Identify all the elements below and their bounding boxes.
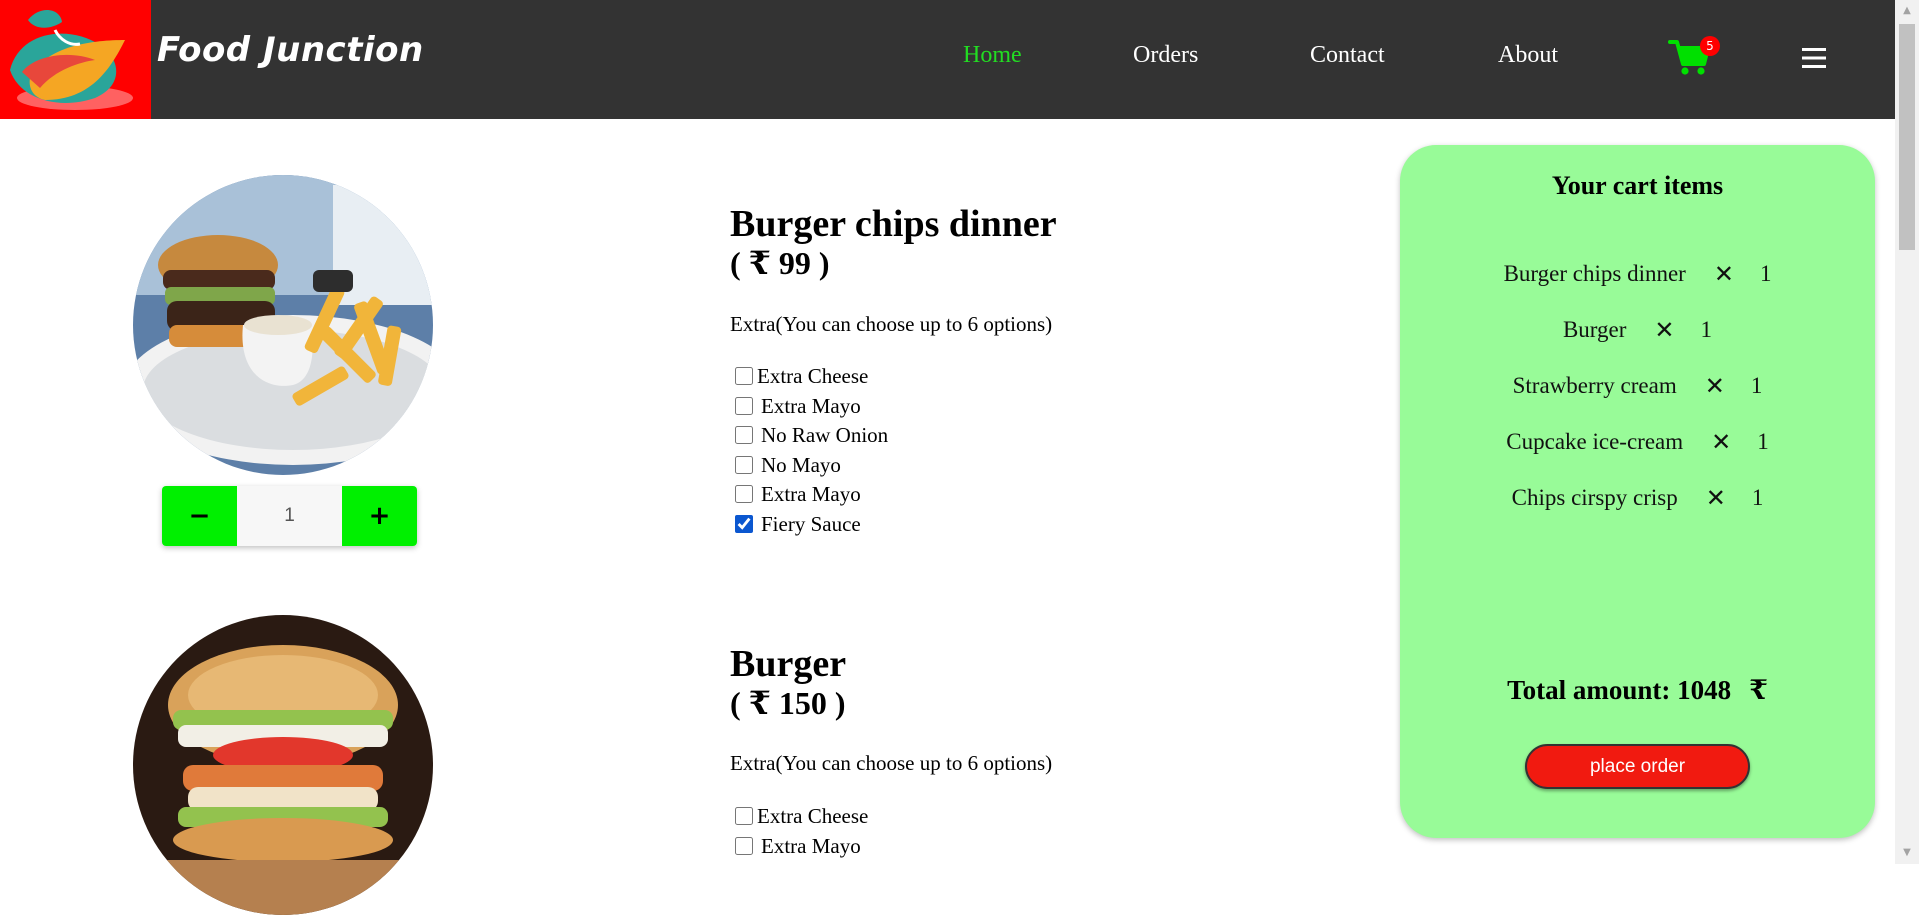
cart-count-badge: 5 <box>1700 36 1720 56</box>
cart-item: Chips cirspy crisp ✕ 1 <box>1400 481 1875 515</box>
option-label: Extra Mayo <box>761 481 861 506</box>
scroll-up-arrow-icon[interactable]: ▲ <box>1895 0 1919 22</box>
cart-item: Burger chips dinner ✕ 1 <box>1400 257 1875 291</box>
currency-symbol: ₹ <box>1749 675 1768 705</box>
product-image-burger-chips-dinner <box>133 175 433 475</box>
logo-graphic <box>10 10 133 110</box>
quantity-input[interactable] <box>237 486 342 546</box>
option-extra-cheese[interactable]: Extra Cheese <box>735 362 868 390</box>
extra-options-label: Extra(You can choose up to 6 options) <box>730 751 1053 775</box>
option-checkbox[interactable] <box>735 837 753 855</box>
page-scrollbar[interactable]: ▲ ▼ <box>1895 0 1919 864</box>
remove-item-icon[interactable]: ✕ <box>1714 260 1734 288</box>
scrollbar-thumb[interactable] <box>1899 24 1915 250</box>
option-checkbox[interactable] <box>735 807 753 825</box>
option-label: Extra Mayo <box>761 833 861 858</box>
total-amount: Total amount: 1048 <box>1507 675 1732 705</box>
option-label: No Mayo <box>761 452 841 477</box>
option-label: No Raw Onion <box>761 422 889 447</box>
product-image-burger <box>133 615 433 915</box>
cart-item-qty: 1 <box>1751 485 1764 510</box>
option-checkbox[interactable] <box>735 397 753 415</box>
product-price: ( ₹ 99 ) <box>730 245 830 281</box>
cart-total: Total amount: 1048 ₹ <box>1400 675 1875 706</box>
option-checkbox[interactable] <box>735 456 753 474</box>
cart-item: Strawberry cream ✕ 1 <box>1400 369 1875 403</box>
logo[interactable] <box>0 0 151 119</box>
cart-item-qty: 1 <box>1750 373 1763 398</box>
remove-item-icon[interactable]: ✕ <box>1654 316 1674 344</box>
remove-item-icon[interactable]: ✕ <box>1711 428 1731 456</box>
option-label: Extra Cheese <box>757 803 869 828</box>
option-no-raw-onion[interactable]: No Raw Onion <box>735 421 888 449</box>
quantity-stepper: − + <box>162 486 417 546</box>
option-extra-mayo-2[interactable]: Extra Mayo <box>735 480 861 508</box>
option-label: Extra Cheese <box>757 363 869 388</box>
nav-about[interactable]: About <box>1498 42 1558 69</box>
option-checkbox[interactable] <box>735 426 753 444</box>
brand-title: Food Junction <box>157 30 424 70</box>
place-order-button[interactable]: place order <box>1525 744 1750 789</box>
extra-options-label: Extra(You can choose up to 6 options) <box>730 312 1053 336</box>
remove-item-icon[interactable]: ✕ <box>1705 372 1725 400</box>
option-checkbox[interactable] <box>735 367 753 385</box>
product-price: ( ₹ 150 ) <box>730 685 846 721</box>
increment-button[interactable]: + <box>342 486 417 546</box>
option-checkbox[interactable] <box>735 485 753 503</box>
nav-contact[interactable]: Contact <box>1310 42 1385 69</box>
cart-item: Cupcake ice-cream ✕ 1 <box>1400 425 1875 459</box>
option-extra-mayo[interactable]: Extra Mayo <box>735 392 861 420</box>
remove-item-icon[interactable]: ✕ <box>1706 484 1726 512</box>
option-fiery-sauce[interactable]: Fiery Sauce <box>735 510 861 538</box>
nav-home[interactable]: Home <box>963 42 1022 69</box>
option-no-mayo[interactable]: No Mayo <box>735 451 841 479</box>
option-extra-mayo[interactable]: Extra Mayo <box>735 832 861 860</box>
cart-item-qty: 1 <box>1700 317 1713 342</box>
cart-item-name: Chips cirspy crisp <box>1511 485 1678 510</box>
top-navbar: Food Junction Home Orders Contact About … <box>0 0 1895 119</box>
cart-panel: Your cart items Burger chips dinner ✕ 1 … <box>1400 145 1875 838</box>
cart-item: Burger ✕ 1 <box>1400 313 1875 347</box>
scroll-down-arrow-icon[interactable]: ▼ <box>1895 842 1919 864</box>
cart-item-name: Burger chips dinner <box>1503 261 1686 286</box>
option-label: Fiery Sauce <box>761 511 861 536</box>
option-checkbox[interactable] <box>735 515 753 533</box>
decrement-button[interactable]: − <box>162 486 237 546</box>
product-title: Burger <box>730 643 847 685</box>
hamburger-menu-icon[interactable] <box>1800 44 1828 72</box>
product-title: Burger chips dinner <box>730 203 1057 245</box>
cart-item-name: Strawberry cream <box>1512 373 1677 398</box>
cart-item-qty: 1 <box>1757 429 1769 454</box>
option-label: Extra Mayo <box>761 393 861 418</box>
cart-button[interactable]: 5 <box>1668 36 1720 78</box>
cart-title: Your cart items <box>1551 171 1724 200</box>
cart-item-name: Burger <box>1562 317 1627 342</box>
nav-orders[interactable]: Orders <box>1133 42 1198 69</box>
cart-item-name: Cupcake ice-cream <box>1506 429 1684 454</box>
cart-item-qty: 1 <box>1759 261 1772 286</box>
option-extra-cheese[interactable]: Extra Cheese <box>735 802 868 830</box>
